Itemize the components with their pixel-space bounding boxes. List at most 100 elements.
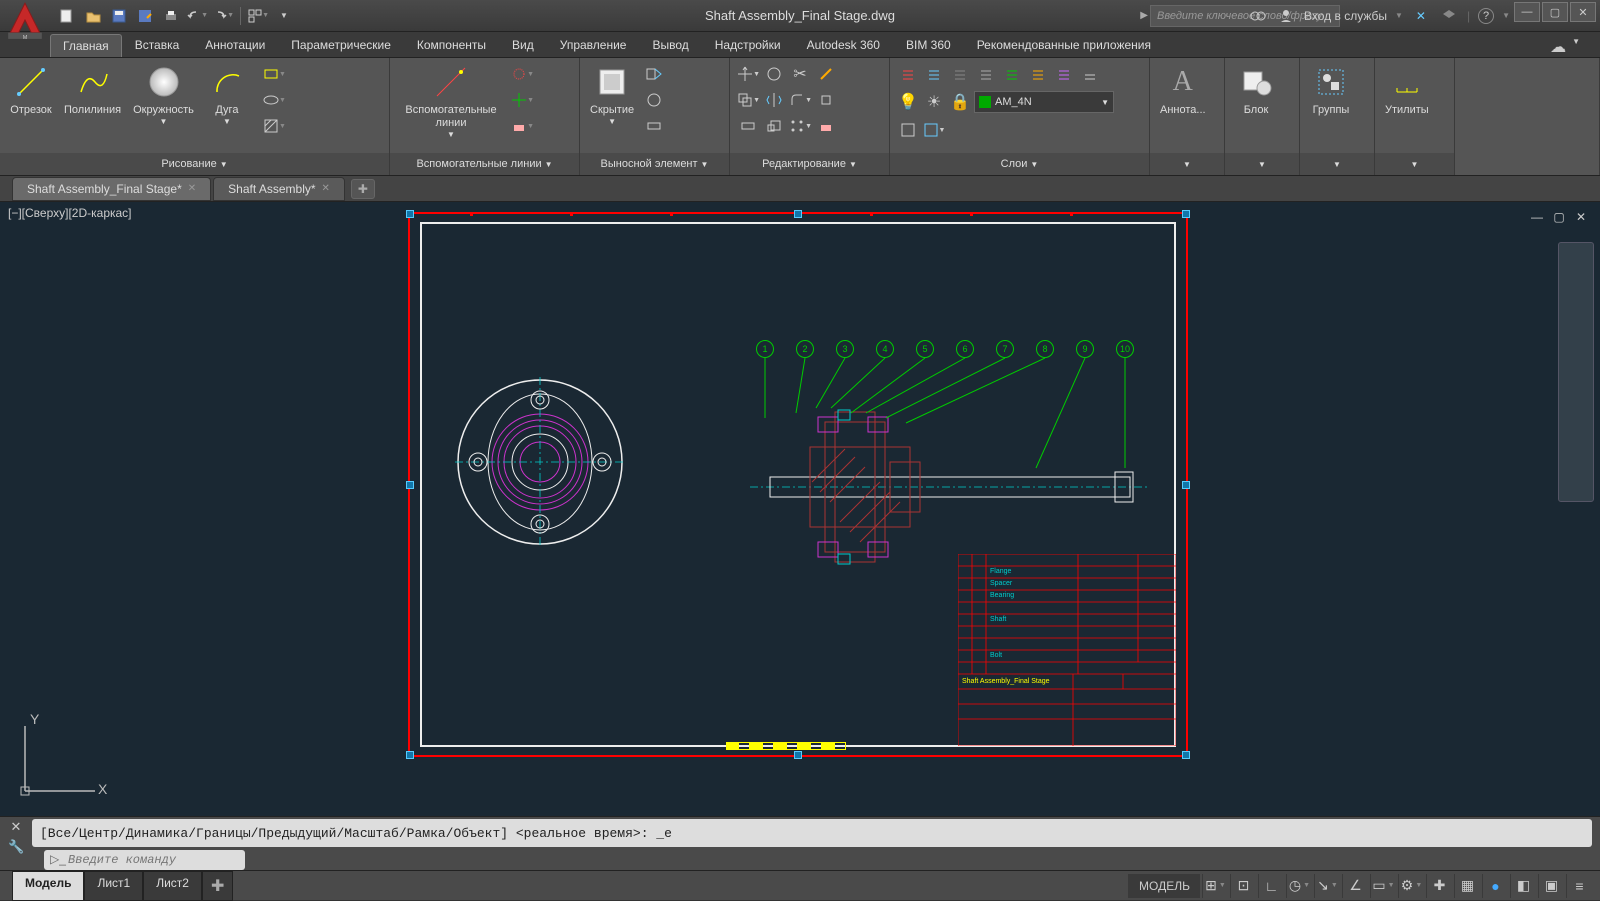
layer-lock2-icon[interactable]: 🔒 [948, 90, 972, 114]
panel-construction-title[interactable]: Вспомогательные линии ▼ [390, 153, 579, 175]
tab-bim360[interactable]: BIM 360 [893, 33, 964, 57]
layer-sun-icon[interactable]: ☀ [922, 90, 946, 114]
infocenter-icon[interactable] [1248, 6, 1268, 26]
tab-home[interactable]: Главная [50, 34, 122, 57]
tab-insert[interactable]: Вставка [122, 33, 193, 57]
new-drawing-button[interactable]: ✚ [351, 179, 375, 199]
add-layout-button[interactable]: ✚ [202, 871, 233, 901]
signin-icon[interactable] [1276, 6, 1296, 26]
circle-button[interactable]: Окружность▼ [129, 62, 198, 149]
minimize-button[interactable]: — [1514, 2, 1540, 22]
otrack-icon[interactable]: ∠ [1342, 874, 1368, 898]
cmd-close-icon[interactable]: ✕ [8, 819, 24, 835]
tab-a360[interactable]: Autodesk 360 [794, 33, 893, 57]
vp-minimize-icon[interactable]: — [1528, 208, 1546, 226]
cline-auto-icon[interactable]: ▼ [510, 62, 534, 86]
layer-freeze-icon[interactable] [922, 62, 946, 86]
tab-view[interactable]: Вид [499, 33, 547, 57]
polar-icon[interactable]: ◷▼ [1286, 874, 1312, 898]
panel-annot-expand[interactable]: ▼ [1150, 153, 1224, 175]
hide-button[interactable]: Скрытие▼ [586, 62, 638, 149]
saveas-icon[interactable] [134, 5, 156, 27]
polyline-button[interactable]: Полилиния [60, 62, 125, 149]
close-icon[interactable]: ✕ [322, 183, 330, 194]
hatch-icon[interactable]: ▼ [262, 114, 286, 138]
panel-detail-title[interactable]: Выносной элемент ▼ [580, 153, 729, 175]
lineweight-icon[interactable]: ▭▼ [1370, 874, 1396, 898]
line-button[interactable]: Отрезок [6, 62, 56, 149]
tab-featured[interactable]: Рекомендованные приложения [964, 33, 1164, 57]
tab-components[interactable]: Компоненты [404, 33, 499, 57]
powererase-icon[interactable] [814, 114, 838, 138]
layer-props-icon[interactable] [896, 118, 920, 142]
navigation-bar[interactable] [1558, 242, 1594, 502]
tab-output[interactable]: Вывод [639, 33, 701, 57]
ucs-icon[interactable]: Y X [10, 706, 110, 806]
layer-iso-icon[interactable] [896, 62, 920, 86]
fillet-icon[interactable]: ▼ [788, 88, 812, 112]
explode-icon[interactable] [814, 88, 838, 112]
doctab-0[interactable]: Shaft Assembly_Final Stage*✕ [12, 177, 211, 201]
detail-view-icon[interactable] [642, 88, 666, 112]
ortho-icon[interactable]: ∟ [1258, 874, 1284, 898]
mirror-icon[interactable] [762, 88, 786, 112]
tab-sheet1[interactable]: Лист1 [84, 871, 143, 901]
cmd-customize-icon[interactable]: 🔧 [8, 839, 24, 855]
layer-dropdown[interactable]: AM_4N▼ [974, 91, 1114, 113]
tab-sheet2[interactable]: Лист2 [143, 871, 202, 901]
construction-lines-button[interactable]: Вспомогательные линии▼ [396, 62, 506, 149]
rect-icon[interactable]: ▼ [262, 62, 286, 86]
panel-layers-title[interactable]: Слои ▼ [890, 153, 1149, 175]
rotate-icon[interactable] [762, 62, 786, 86]
grid-icon[interactable]: ⊞▼ [1202, 874, 1228, 898]
panel-edit-title[interactable]: Редактирование ▼ [730, 153, 889, 175]
break-icon[interactable] [642, 114, 666, 138]
isolate-icon[interactable]: ◧ [1510, 874, 1536, 898]
layer-bulb-icon[interactable]: 💡 [896, 90, 920, 114]
array-icon[interactable]: ▼ [788, 114, 812, 138]
cloud-icon[interactable]: ☁ [1550, 37, 1566, 57]
transparency-icon[interactable]: ⚙▼ [1398, 874, 1424, 898]
copy-icon[interactable]: ▼ [736, 88, 760, 112]
tab-manage[interactable]: Управление [547, 33, 640, 57]
maximize-button[interactable]: ▢ [1542, 2, 1568, 22]
utilities-button[interactable]: Утилиты [1381, 62, 1433, 149]
viewport-label[interactable]: [−][Сверху][2D-каркас] [8, 206, 132, 220]
new-icon[interactable] [56, 5, 78, 27]
tab-addins[interactable]: Надстройки [702, 33, 794, 57]
print-icon[interactable] [160, 5, 182, 27]
layer-off-icon[interactable] [948, 62, 972, 86]
help-icon[interactable]: ? [1478, 8, 1494, 24]
model-space-button[interactable]: МОДЕЛЬ [1128, 874, 1200, 898]
stretch-icon[interactable] [736, 114, 760, 138]
exchange-icon[interactable]: ✕ [1411, 6, 1431, 26]
search-expand-icon[interactable]: ▶ [1140, 10, 1148, 21]
undo-icon[interactable]: ▼ [186, 5, 208, 27]
tab-annotate[interactable]: Аннотации [192, 33, 278, 57]
panel-groups-expand[interactable]: ▼ [1300, 153, 1374, 175]
tab-model[interactable]: Модель [12, 871, 84, 901]
selection-cycling-icon[interactable]: ✚ [1426, 874, 1452, 898]
qat-dropdown-icon[interactable]: ▼ [273, 5, 295, 27]
panel-block-expand[interactable]: ▼ [1225, 153, 1299, 175]
app-store-icon[interactable] [1439, 6, 1459, 26]
tab-parametric[interactable]: Параметрические [278, 33, 404, 57]
layout-icon[interactable]: ▼ [247, 5, 269, 27]
layer-prev-icon[interactable] [1026, 62, 1050, 86]
arc-button[interactable]: Дуга▼ [202, 62, 252, 149]
command-input[interactable] [44, 850, 245, 870]
powertools-icon[interactable] [814, 62, 838, 86]
layer-lock-icon[interactable] [974, 62, 998, 86]
save-icon[interactable] [108, 5, 130, 27]
redo-icon[interactable]: ▼ [212, 5, 234, 27]
drawing-canvas[interactable]: [−][Сверху][2D-каркас] — ▢ ✕ [0, 202, 1600, 816]
move-icon[interactable]: ▼ [736, 62, 760, 86]
vp-maximize-icon[interactable]: ▢ [1550, 208, 1568, 226]
cline-proj-icon[interactable]: ▼ [510, 88, 534, 112]
customize-icon[interactable]: ≡ [1566, 874, 1592, 898]
layer-state-icon[interactable] [1078, 62, 1102, 86]
app-logo-icon[interactable]: M [4, 0, 46, 41]
close-button[interactable]: ✕ [1570, 2, 1596, 22]
layer-make-icon[interactable]: ▼ [922, 118, 946, 142]
vp-close-icon[interactable]: ✕ [1572, 208, 1590, 226]
